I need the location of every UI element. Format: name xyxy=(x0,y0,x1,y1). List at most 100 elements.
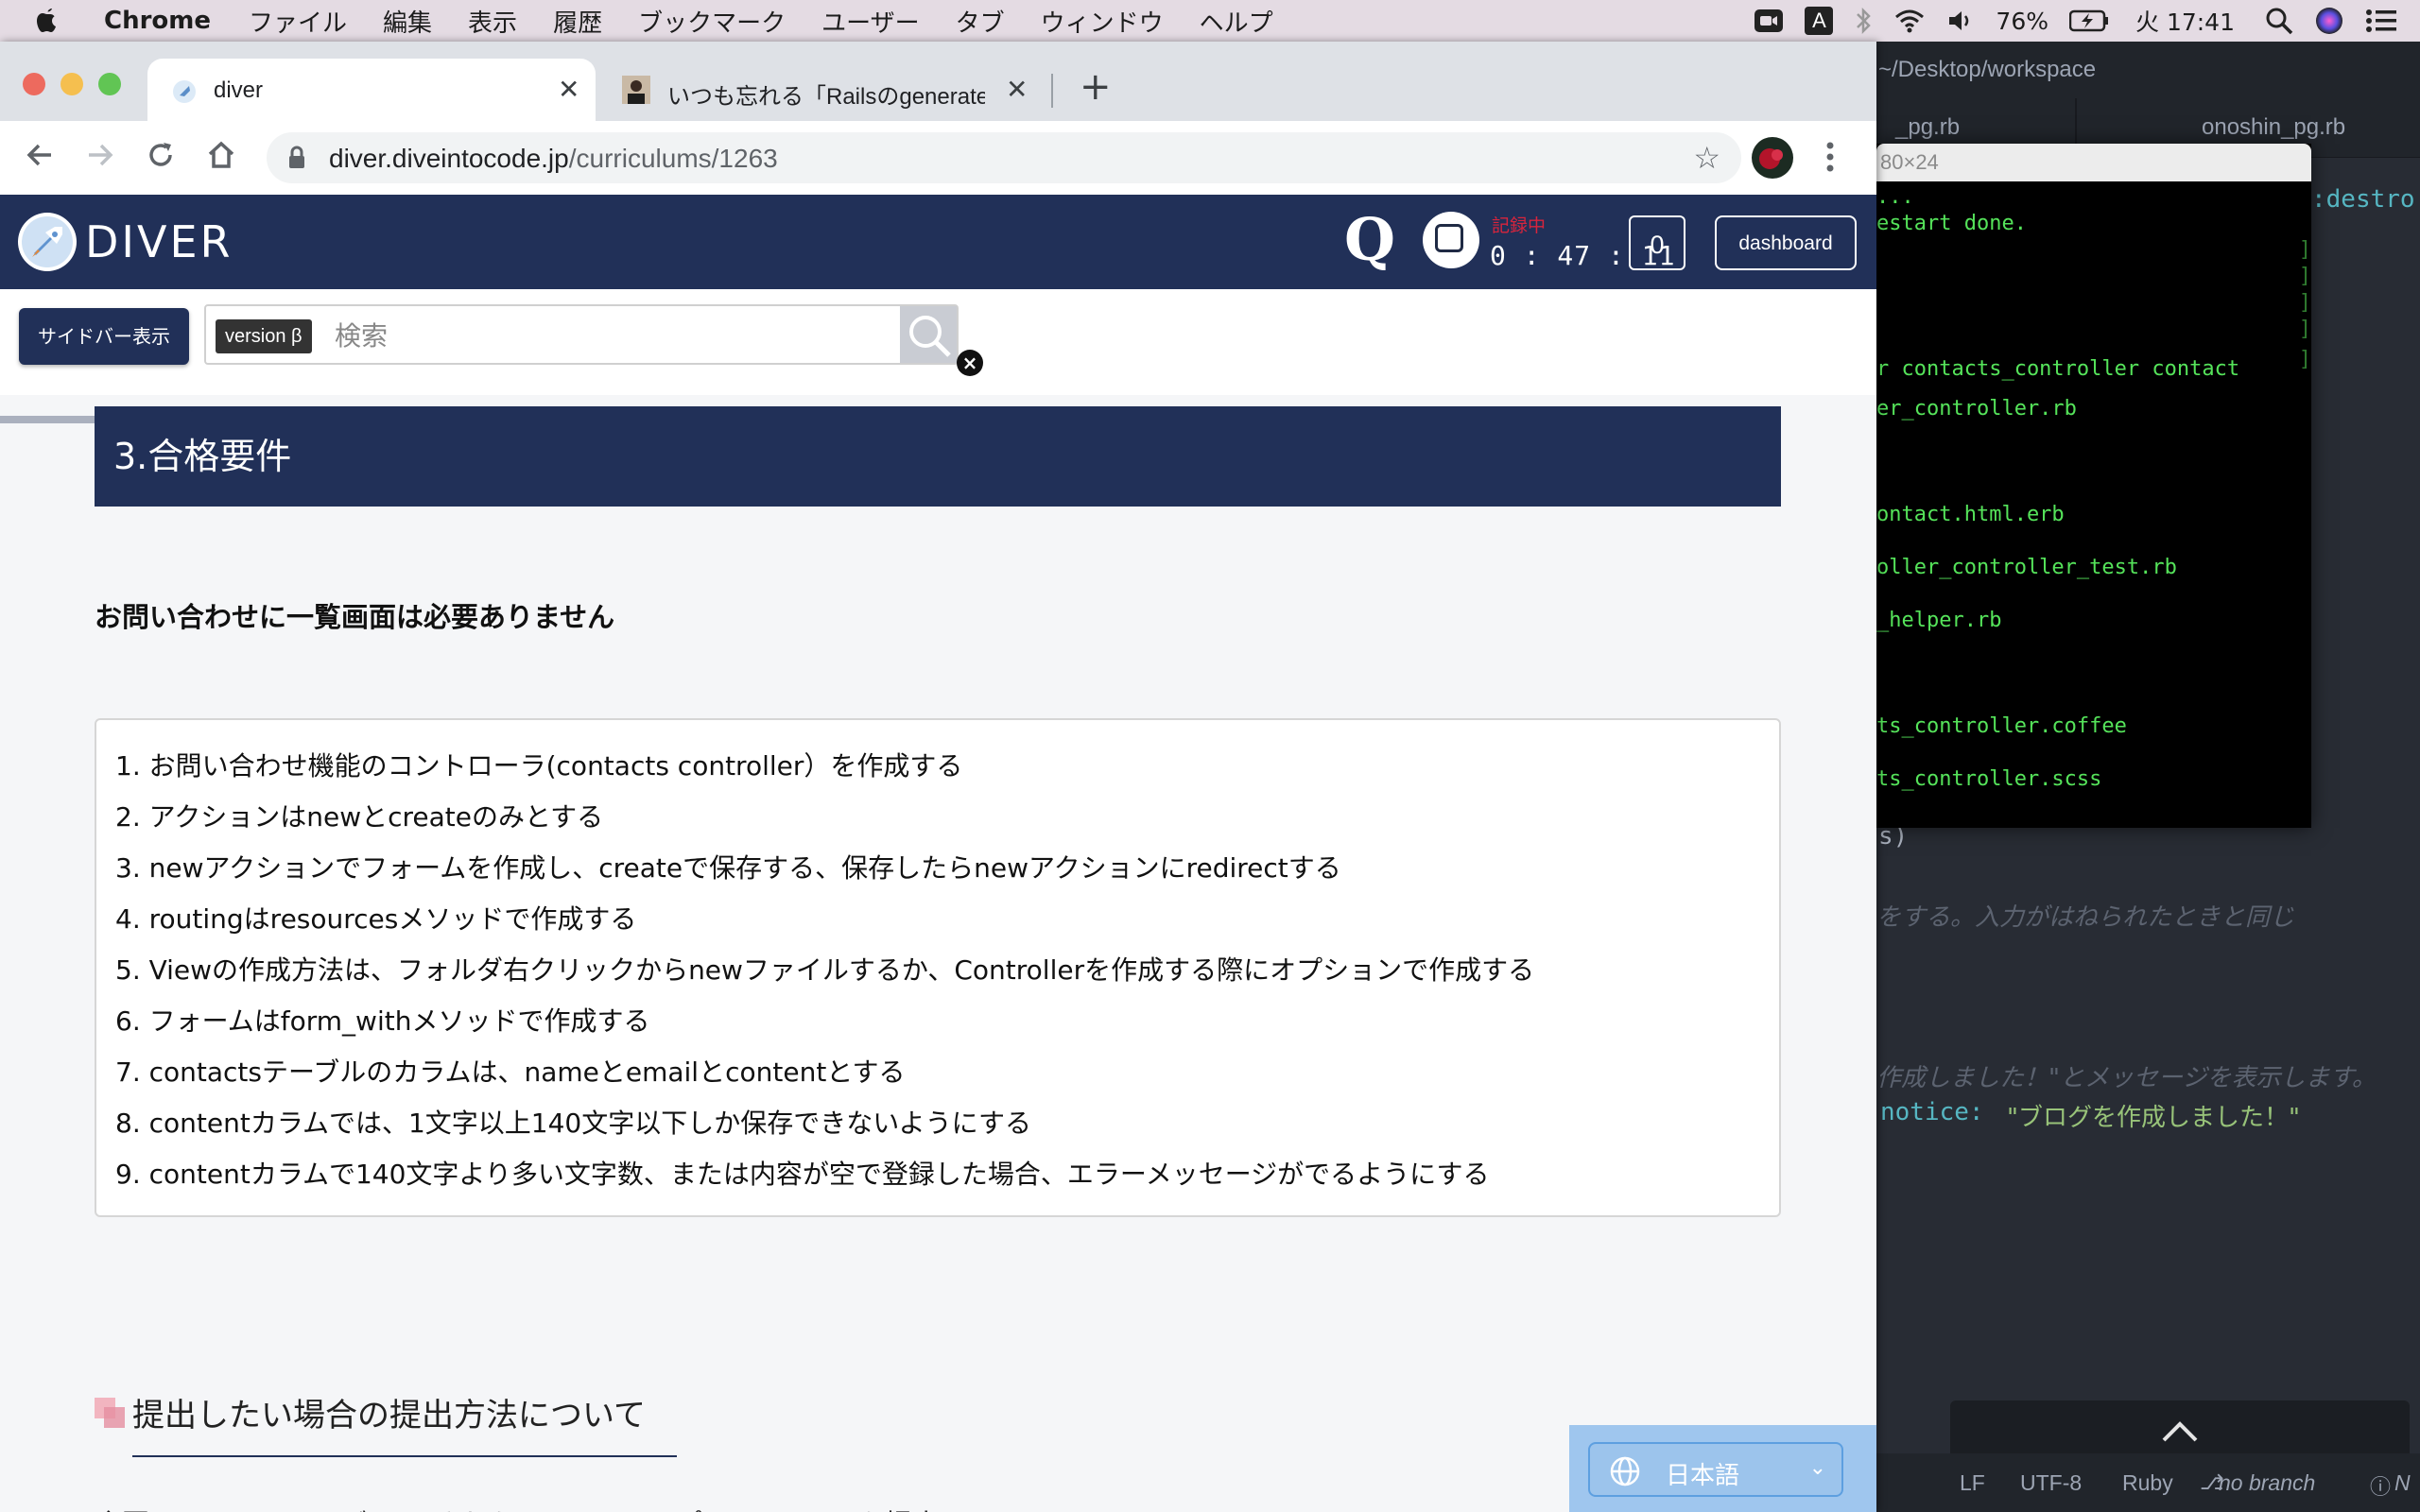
search-input[interactable] xyxy=(333,312,904,359)
version-badge: version β xyxy=(216,319,312,353)
requirement-item: 5. Viewの作成方法は、フォルダ右クリックからnewファイルするか、Cont… xyxy=(115,954,1535,986)
chevron-down-icon: ⌄ xyxy=(1808,1456,1826,1480)
chrome-menu-icon[interactable] xyxy=(1824,140,1836,178)
requirement-item: 4. routingはresourcesメソッドで作成する xyxy=(115,903,637,935)
menu-bookmarks[interactable]: ブックマーク xyxy=(638,4,786,39)
close-tab-icon[interactable]: ✕ xyxy=(1006,74,1028,105)
wifi-icon[interactable] xyxy=(1893,8,1926,34)
menu-help[interactable]: ヘルプ xyxy=(1200,4,1273,39)
battery-percent[interactable]: 76% xyxy=(1996,8,2048,35)
browser-toolbar: diver.diveintocode.jp/curriculums/1263 ☆ xyxy=(0,121,1876,196)
menu-edit[interactable]: 編集 xyxy=(383,4,432,39)
clock[interactable]: 火 17:41 xyxy=(2135,4,2235,38)
language-dropdown[interactable]: 日本語 ⌄ xyxy=(1588,1442,1843,1497)
section-title: 3.合格要件 xyxy=(95,406,1781,507)
status-encoding[interactable]: UTF-8 xyxy=(2020,1470,2082,1496)
notification-center-icon[interactable] xyxy=(2365,9,2397,33)
requirement-item: 2. アクションはnewとcreateのみとする xyxy=(115,801,604,833)
forward-arrow-icon[interactable] xyxy=(85,140,115,178)
back-arrow-icon[interactable] xyxy=(25,140,55,178)
terminal-line: oller_controller_test.rb xyxy=(1876,556,2177,579)
terminal-bracket: ] xyxy=(2298,291,2311,315)
submission-heading-text: 提出したい場合の提出方法について xyxy=(132,1397,646,1435)
clear-search-icon[interactable]: × xyxy=(957,350,983,376)
minimize-window-button[interactable] xyxy=(60,73,83,95)
terminal-line: estart done. xyxy=(1876,212,2027,235)
reload-icon[interactable] xyxy=(146,140,176,178)
profile-avatar[interactable] xyxy=(1751,136,1794,183)
code-comment-1: をする。入力がはねられたときと同じ xyxy=(1876,903,2295,932)
record-stop-button[interactable] xyxy=(1423,212,1479,268)
question-q-button[interactable]: Q xyxy=(1344,210,1395,270)
url-path: /curriculums/1263 xyxy=(568,144,778,173)
terminal-line: ... xyxy=(1876,185,1914,209)
submission-description: 今回のソースコードがpushされた github のリポジトリ URL を提出 xyxy=(95,1503,940,1512)
terminal-line: ts_controller.scss xyxy=(1876,767,2102,791)
terminal-line: r contacts_controller contact xyxy=(1876,357,2240,381)
requirement-item: 3. newアクションでフォームを作成し、createで保存する、保存したらne… xyxy=(115,852,1341,884)
main-content: 3.合格要件 お問い合わせに一覧画面は必要ありません 1. お問い合わせ機能のコ… xyxy=(0,406,1876,1512)
bookmark-star-icon[interactable]: ☆ xyxy=(1693,140,1720,176)
url-text: diver.diveintocode.jp/curriculums/1263 xyxy=(329,144,778,174)
terminal-bracket: ] xyxy=(2298,238,2311,262)
menu-view[interactable]: 表示 xyxy=(468,4,517,39)
recording-status: 記録中 xyxy=(1492,216,1547,236)
input-source-icon[interactable]: A xyxy=(1805,7,1834,35)
terminal-line: ts_controller.coffee xyxy=(1876,714,2127,738)
notification-count-button[interactable]: 0 xyxy=(1629,215,1685,270)
tab-title: いつも忘れる「Railsのgenerateコ xyxy=(667,84,985,110)
requirements-box: 1. お問い合わせ機能のコントローラ(contacts controller）を… xyxy=(95,718,1781,1217)
terminal-bracket: ] xyxy=(2298,265,2311,288)
terminal-line: er_controller.rb xyxy=(1876,397,2077,421)
lock-icon[interactable] xyxy=(287,146,306,174)
editor-status-bar: LF UTF-8 Ruby ⎇ no branch ⓘ N xyxy=(1876,1453,2420,1512)
menu-people[interactable]: ユーザー xyxy=(821,4,919,39)
show-sidebar-button[interactable]: サイドバー表示 xyxy=(19,308,189,365)
language-label: 日本語 xyxy=(1666,1462,1740,1490)
menu-tab[interactable]: タブ xyxy=(956,4,1005,39)
close-tab-icon[interactable]: ✕ xyxy=(558,74,579,105)
status-branch[interactable]: no branch xyxy=(2219,1470,2315,1496)
address-bar[interactable]: diver.diveintocode.jp/curriculums/1263 ☆ xyxy=(267,132,1741,183)
zoom-window-button[interactable] xyxy=(98,73,121,95)
tab-strip: diver ✕ いつも忘れる「Railsのgenerateコ ✕ + xyxy=(0,42,1876,121)
bluetooth-icon[interactable] xyxy=(1854,7,1873,35)
tab-diver[interactable]: diver ✕ xyxy=(147,59,596,121)
globe-icon xyxy=(1609,1455,1641,1491)
note-text: お問い合わせに一覧画面は必要ありません xyxy=(95,601,615,633)
menu-history[interactable]: 履歴 xyxy=(553,4,602,39)
dashboard-button[interactable]: dashboard xyxy=(1715,215,1857,270)
menu-file[interactable]: ファイル xyxy=(249,4,347,39)
macos-menu-bar: Chrome ファイル 編集 表示 履歴 ブックマーク ユーザー タブ ウィンド… xyxy=(0,0,2420,42)
status-grammar[interactable]: Ruby xyxy=(2122,1470,2173,1496)
siri-icon[interactable] xyxy=(2314,6,2344,36)
terminal-line: _helper.rb xyxy=(1876,609,2002,632)
requirement-item: 6. フォームはform_withメソッドで作成する xyxy=(115,1005,650,1037)
chrome-window: diver ✕ いつも忘れる「Railsのgenerateコ ✕ + diver… xyxy=(0,42,1876,1512)
diver-logo[interactable]: DIVER xyxy=(17,212,233,272)
heading-underline xyxy=(132,1455,677,1457)
new-tab-button[interactable]: + xyxy=(1080,68,1112,106)
search-box: version β xyxy=(204,304,959,365)
tab-rails-generate[interactable]: いつも忘れる「Railsのgenerateコ ✕ xyxy=(605,59,1040,121)
requirements-list: 1. お問い合わせ機能のコントローラ(contacts controller）を… xyxy=(96,720,1779,1200)
spotlight-search-icon[interactable] xyxy=(2265,7,2293,35)
menu-window[interactable]: ウィンドウ xyxy=(1041,4,1164,39)
editor-window-title: ~/Desktop/workspace xyxy=(1876,42,2420,98)
rocket-logo-icon xyxy=(18,213,77,271)
home-icon[interactable] xyxy=(206,140,236,178)
close-window-button[interactable] xyxy=(23,73,45,95)
menu-app-name[interactable]: Chrome xyxy=(104,7,211,35)
apple-menu-icon[interactable] xyxy=(34,6,72,36)
battery-charging-icon[interactable] xyxy=(2069,9,2109,32)
tab-title: diver xyxy=(214,77,264,103)
code-destroy-fragment: :destro xyxy=(2311,185,2415,214)
language-selector: 日本語 ⌄ xyxy=(1569,1425,1876,1512)
scroll-to-top-button[interactable] xyxy=(1950,1400,2410,1453)
facetime-camera-icon[interactable] xyxy=(1754,9,1784,33)
volume-icon[interactable] xyxy=(1946,8,1975,34)
status-line-ending[interactable]: LF xyxy=(1960,1470,1985,1496)
search-button[interactable] xyxy=(900,306,957,363)
info-icon[interactable]: ⓘ xyxy=(2370,1470,2391,1501)
code-notice-key: notice: xyxy=(1880,1098,1984,1126)
